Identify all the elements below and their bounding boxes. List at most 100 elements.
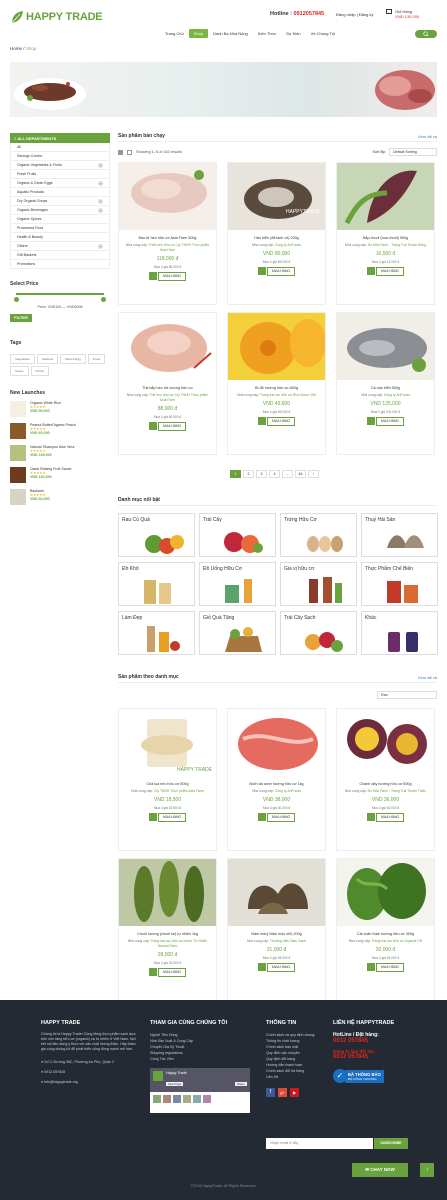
page-link[interactable]: 2 bbox=[243, 470, 254, 478]
category-tile[interactable]: Khác bbox=[361, 611, 438, 655]
sort-select[interactable]: Default Sorting bbox=[389, 148, 437, 156]
cart-icon[interactable] bbox=[366, 267, 375, 275]
department-item[interactable]: Organic Spices bbox=[10, 215, 110, 224]
new-launch-item[interactable]: Natural Shampoo Aloe Vera ★★★★★ VND 165,00… bbox=[10, 445, 110, 461]
page-link[interactable]: 1 bbox=[230, 470, 241, 478]
product-name[interactable]: Bí đỏ hướng hữu cơ 800g bbox=[228, 386, 325, 390]
department-item[interactable]: Others + bbox=[10, 242, 110, 251]
supplier-name[interactable]: Trang trại rau hữu cơ Rico Nicco Việt bbox=[260, 393, 316, 397]
buy-button[interactable]: MUA HÀNG bbox=[375, 417, 405, 426]
page-link[interactable]: ... bbox=[282, 470, 293, 478]
product-name[interactable]: Thịt bắp heo rút xương hữu cơ bbox=[119, 386, 216, 390]
new-launch-item[interactable]: Basilarm ★★★★★ VND 60,000 bbox=[10, 489, 110, 505]
supplier-name[interactable]: Thiết heo hữu cơ Cty TNHH Thực phẩm Asia… bbox=[149, 243, 210, 252]
buy-button[interactable]: MUA HÀNG bbox=[375, 267, 405, 276]
tag[interactable]: Meat & Egg bbox=[60, 354, 86, 364]
category-tile[interactable]: Đồ Khô bbox=[118, 562, 195, 606]
supplier-name[interactable]: Công ty AnFoods bbox=[275, 789, 301, 793]
product-card[interactable]: Thịt bắp heo rút xương hữu cơ Nhà cung cấ… bbox=[118, 312, 217, 455]
ministry-badge[interactable]: ✓ ĐÃ THÔNG BÁO BỘ CÔNG THƯƠNG bbox=[333, 1069, 428, 1083]
nav-events[interactable]: Sự Kiện bbox=[281, 29, 305, 38]
department-item[interactable]: Organic & Clean Eggs + bbox=[10, 179, 110, 188]
tag[interactable]: Drinks bbox=[30, 366, 50, 376]
footer-link[interactable]: Cộng Tác Viên bbox=[150, 1056, 250, 1062]
department-item[interactable]: Processed Food bbox=[10, 224, 110, 233]
cart-icon[interactable] bbox=[148, 813, 157, 821]
login-link[interactable]: Đăng nhập | Đăng ký bbox=[336, 12, 374, 17]
department-item[interactable]: Fresh Fruits bbox=[10, 170, 110, 179]
tag[interactable]: Vegetables bbox=[10, 354, 35, 364]
logo[interactable]: HAPPY TRADE bbox=[10, 10, 103, 24]
supplier-name[interactable]: Công ty AnFoods bbox=[275, 243, 301, 247]
category-tile[interactable]: Trái Cây Sạch bbox=[280, 611, 357, 655]
category-tile[interactable]: Làm Đẹp bbox=[118, 611, 195, 655]
cart-icon[interactable] bbox=[148, 968, 157, 976]
new-launch-item[interactable]: Peanut ButterOrganic Peach ★★★★★ VND 60,00… bbox=[10, 423, 110, 439]
product-name[interactable]: Chuối hương (chuối sứ) tự nhiên 1kg bbox=[119, 932, 216, 936]
facebook-like-button[interactable]: Like Page bbox=[166, 1082, 184, 1086]
bestseller-view-all[interactable]: Xem tất cả bbox=[418, 134, 437, 139]
category-tile[interactable]: Gia vị hữu cơ bbox=[280, 562, 357, 606]
back-to-top-button[interactable]: ↑ bbox=[420, 1163, 434, 1177]
supplier-name[interactable]: Trang trại rau hữu cơ Organik VN bbox=[372, 939, 423, 943]
nav-directory[interactable]: Danh Bạ Nhà Nông bbox=[208, 29, 253, 38]
cart-icon[interactable] bbox=[366, 813, 375, 821]
footer-email[interactable]: ● info@happytrade.org bbox=[41, 1079, 141, 1085]
product-name[interactable]: Chả lụa heo hữu cơ 500g bbox=[119, 782, 216, 786]
cart-icon[interactable] bbox=[366, 963, 375, 971]
tag[interactable]: Soups bbox=[10, 366, 29, 376]
page-link[interactable]: 4 bbox=[269, 470, 280, 478]
product-card[interactable]: Bao tử heo hữu cơ Asia Farm 500g Nhà cung… bbox=[118, 162, 217, 305]
department-item[interactable]: All bbox=[10, 143, 110, 152]
new-launch-item[interactable]: Organic White Rice ★★★★★ VND 90,000 bbox=[10, 401, 110, 417]
facebook-widget[interactable]: Happy Trade Like Page Share bbox=[150, 1068, 250, 1113]
product-card[interactable]: Chanh dây hướng hữu cơ 500g Nhà cung cấp:… bbox=[336, 708, 435, 851]
buy-button[interactable]: MUA HÀNG bbox=[266, 963, 296, 972]
department-item[interactable]: Organic Beverages + bbox=[10, 206, 110, 215]
subscribe-button[interactable]: SUBSCRIBE bbox=[374, 1138, 408, 1149]
product-name[interactable]: Bao tử heo hữu cơ Asia Farm 500g bbox=[119, 236, 216, 240]
product-name[interactable]: Cải xoăn Kale hướng hữu cơ 300g bbox=[337, 932, 434, 936]
category-tile[interactable]: Trái Cây bbox=[199, 513, 276, 557]
department-item[interactable]: Health & Beauty bbox=[10, 233, 110, 242]
facebook-icon[interactable]: f bbox=[266, 1088, 275, 1097]
department-item[interactable]: Gift Baskets bbox=[10, 251, 110, 260]
grid-view-icon[interactable] bbox=[118, 149, 123, 155]
supplier-name[interactable]: Trang trại rau hữu cơ Nước Tự Nhiên Natu… bbox=[151, 939, 208, 948]
breadcrumb-home[interactable]: Home bbox=[10, 46, 22, 51]
buy-button[interactable]: MUA HÀNG bbox=[157, 272, 187, 281]
category-tile[interactable]: Giỏ Quà Tặng bbox=[199, 611, 276, 655]
newsletter-email-input[interactable]: Nhập email ở đây bbox=[266, 1138, 373, 1149]
price-slider[interactable] bbox=[10, 293, 110, 307]
product-card[interactable]: HAPPYTRADE Hàu biển (đã tách vỏ) 200g Nhà … bbox=[227, 162, 326, 305]
product-name[interactable]: Nấm mộc( Nấm mộc nhĩ) 200g bbox=[228, 932, 325, 936]
cart-icon[interactable] bbox=[148, 422, 157, 430]
supplier-name[interactable]: Ân Mộc Farm - Trang Trại Thuận Nông bbox=[368, 243, 426, 247]
search-button[interactable] bbox=[415, 30, 437, 38]
buy-button[interactable]: MUA HÀNG bbox=[266, 417, 296, 426]
product-card[interactable]: Bưởi da xanh hướng hữu cơ 1kg Nhà cung cấ… bbox=[227, 708, 326, 851]
buy-button[interactable]: MUA HÀNG bbox=[157, 968, 187, 977]
google-plus-icon[interactable]: g+ bbox=[278, 1088, 287, 1097]
product-card[interactable]: Cá nâu biển 500g Nhà cung cấp: Công ty An… bbox=[336, 312, 435, 455]
cart-icon[interactable] bbox=[257, 267, 266, 275]
buy-button[interactable]: MUA HÀNG bbox=[157, 813, 187, 822]
tag[interactable]: Fruits bbox=[87, 354, 106, 364]
cart-icon[interactable] bbox=[257, 813, 266, 821]
product-card[interactable]: Bắp chuối (hoa chuối) 500g Nhà cung cấp: … bbox=[336, 162, 435, 305]
facebook-share-button[interactable]: Share bbox=[234, 1082, 247, 1086]
buy-button[interactable]: MUA HÀNG bbox=[266, 267, 296, 276]
product-card[interactable]: Cải xoăn Kale hướng hữu cơ 300g Nhà cung … bbox=[336, 858, 435, 1001]
expand-icon[interactable]: + bbox=[98, 207, 103, 213]
product-name[interactable]: Bưởi da xanh hướng hữu cơ 1kg bbox=[228, 782, 325, 786]
cart-icon[interactable] bbox=[257, 963, 266, 971]
product-card[interactable]: Chuối hương (chuối sứ) tự nhiên 1kg Nhà c… bbox=[118, 858, 217, 1001]
expand-icon[interactable]: + bbox=[98, 180, 103, 186]
new-launch-item[interactable]: Oasis Raising Fruit Sauce ★★★★★ VND 102,00… bbox=[10, 467, 110, 483]
department-item[interactable]: Aquatic Products bbox=[10, 188, 110, 197]
footer-link[interactable]: Liên Hệ bbox=[266, 1074, 326, 1080]
nav-knowledge[interactable]: Kiến Thức bbox=[253, 29, 281, 38]
supplier-name[interactable]: Thương hiệu Sâm Xanh bbox=[270, 939, 306, 943]
buy-button[interactable]: MUA HÀNG bbox=[266, 813, 296, 822]
page-link[interactable]: › bbox=[308, 470, 319, 478]
